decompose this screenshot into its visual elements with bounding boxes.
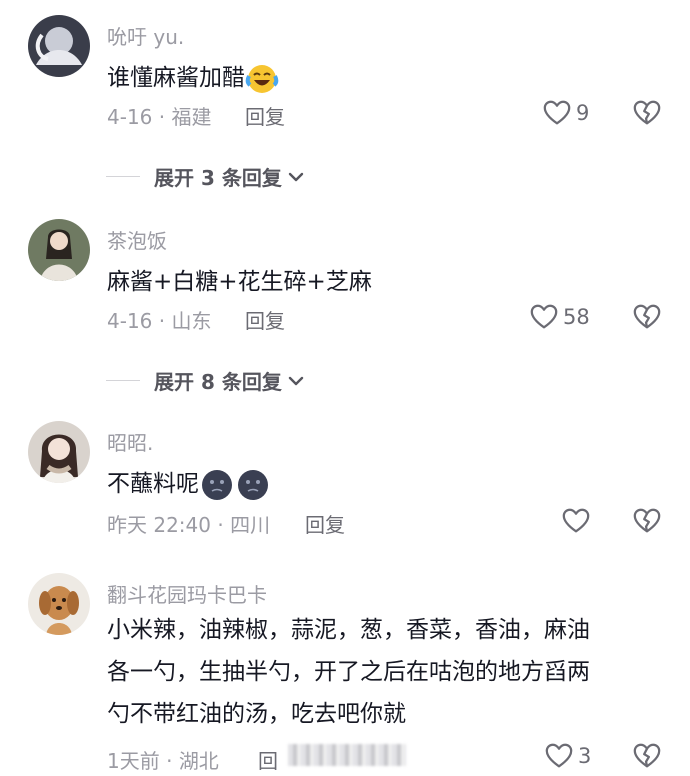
laughing-crying-emoji: [245, 64, 279, 93]
comment-text-line: 各一勺，生抽半勺，开了之后在咕泡的地方舀两: [107, 659, 590, 685]
reply-button[interactable]: 回复: [305, 509, 345, 538]
comment-item: 茶泡饭 麻酱+白糖+花生碎+芝麻 4-16 · 山东 回复 58 展开 8 条回…: [0, 219, 690, 394]
reply-button[interactable]: 回复: [245, 101, 285, 130]
comment-date: 1天前: [107, 749, 160, 773]
broken-heart-icon: [632, 741, 662, 771]
heart-icon: [544, 741, 574, 771]
avatar[interactable]: [28, 421, 90, 483]
expand-replies-label: 展开 8 条回复: [154, 370, 282, 394]
comment-text-line: 小米辣，油辣椒，蒜泥，葱，香菜，香油，麻油: [107, 617, 590, 643]
like-button[interactable]: [561, 506, 595, 536]
chevron-down-icon: [286, 167, 306, 187]
comment-meta: 昨天 22:40 · 四川: [107, 513, 271, 537]
comment-text: 谁懂麻酱加醋: [107, 57, 279, 99]
comment-location: 湖北: [178, 749, 219, 773]
broken-heart-icon: [632, 98, 662, 128]
comment-location: 山东: [171, 309, 212, 333]
comment-text: 麻酱+白糖+花生碎+芝麻: [107, 269, 372, 295]
comment-item: 吮吁 yu. 谁懂麻酱加醋 4-16 · 福建 回复 9 展开 3 条回复: [0, 15, 690, 190]
broken-heart-icon: [632, 506, 662, 536]
username[interactable]: 翻斗花园玛卡巴卡: [107, 579, 267, 608]
username[interactable]: 茶泡饭: [107, 225, 167, 254]
like-count: 58: [563, 305, 590, 329]
expand-replies-label: 展开 3 条回复: [154, 166, 282, 190]
avatar[interactable]: [28, 573, 90, 635]
comment-meta: 4-16 · 福建: [107, 105, 212, 129]
username[interactable]: 昭昭.: [107, 427, 153, 456]
dislike-button[interactable]: [632, 98, 662, 128]
comment-date: 昨天 22:40: [107, 513, 211, 537]
reply-button[interactable]: 回: [258, 745, 278, 774]
expand-replies-button[interactable]: 展开 3 条回复: [106, 162, 306, 191]
like-button[interactable]: 58: [529, 302, 590, 332]
avatar[interactable]: [28, 219, 90, 281]
broken-heart-icon: [632, 302, 662, 332]
heart-icon: [529, 302, 559, 332]
comment-text-content: 不蘸料呢: [107, 471, 199, 497]
comment-location: 四川: [230, 513, 271, 537]
avatar[interactable]: [28, 15, 90, 77]
comment-text: 不蘸料呢: [107, 463, 271, 505]
comment-meta: 4-16 · 山东: [107, 309, 212, 333]
comment-meta: 1天前 · 湖北: [107, 749, 219, 773]
like-button[interactable]: 3: [544, 741, 591, 771]
chevron-down-icon: [286, 371, 306, 391]
like-count: 9: [576, 101, 590, 125]
divider: [106, 380, 140, 381]
dislike-button[interactable]: [632, 741, 662, 771]
comment-date: 4-16: [107, 309, 153, 333]
comment-location: 福建: [171, 105, 212, 129]
heart-icon: [561, 506, 591, 536]
username[interactable]: 吮吁 yu.: [107, 21, 184, 50]
divider: [106, 176, 140, 177]
expand-replies-button[interactable]: 展开 8 条回复: [106, 366, 306, 395]
dark-face-emoji: [238, 469, 268, 500]
reply-button[interactable]: 回复: [245, 305, 285, 334]
comment-text-content: 谁懂麻酱加醋: [107, 65, 245, 91]
watermark-overlay: [288, 744, 406, 766]
like-button[interactable]: 9: [542, 98, 589, 128]
comment-text-line: 勺不带红油的汤，吃去吧你就: [107, 701, 406, 727]
dark-face-emoji: [202, 469, 232, 500]
dislike-button[interactable]: [632, 506, 662, 536]
comment-date: 4-16: [107, 105, 153, 129]
like-count: 3: [578, 744, 592, 768]
comment-text: 小米辣，油辣椒，蒜泥，葱，香菜，香油，麻油 各一勺，生抽半勺，开了之后在咕泡的地…: [107, 609, 590, 735]
heart-icon: [542, 98, 572, 128]
dislike-button[interactable]: [632, 302, 662, 332]
comment-item: 昭昭. 不蘸料呢 昨天 22:40 · 四川 回复: [0, 421, 690, 551]
